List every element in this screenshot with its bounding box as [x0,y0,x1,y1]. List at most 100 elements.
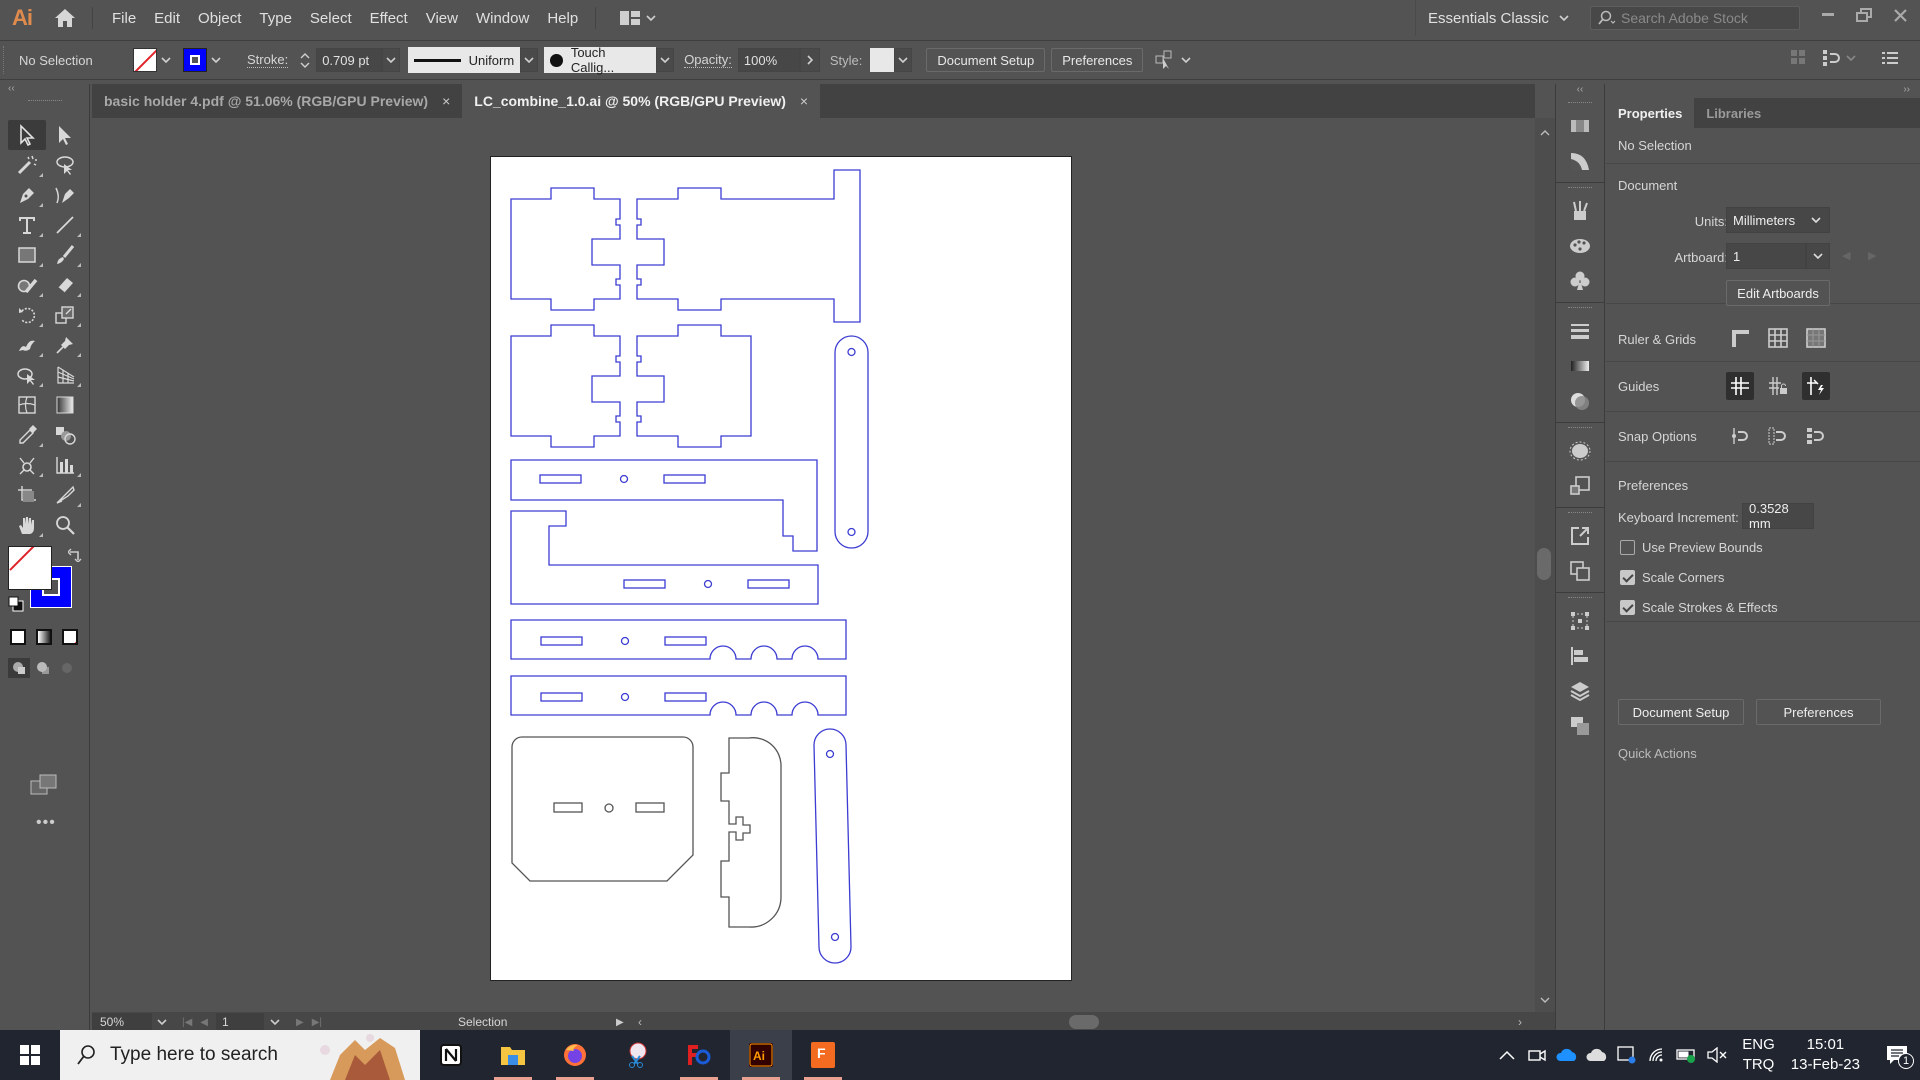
next-artboard-button[interactable]: ▶ [1868,249,1876,262]
document-setup-button[interactable]: Document Setup [926,48,1046,72]
current-tool-status[interactable]: Selection [458,1015,698,1029]
tab-libraries[interactable]: Libraries [1694,98,1773,128]
draw-inside-button[interactable] [56,658,78,678]
transform-panel-button[interactable] [1556,603,1604,638]
snap-to-pixel-button[interactable] [1764,422,1792,450]
zoom-level-field[interactable]: 50% [92,1013,152,1031]
artboards-panel-button[interactable] [1556,553,1604,588]
taskbar-file-explorer[interactable] [482,1030,544,1080]
opacity-field[interactable]: 100% [737,48,800,72]
tab-basic-holder[interactable]: basic holder 4.pdf @ 51.06% (RGB/GPU Pre… [92,84,463,118]
status-menu-arrow[interactable]: ▶ [616,1017,624,1028]
appearance-panel-button[interactable] [1556,433,1604,468]
zoom-dropdown[interactable] [152,1019,172,1025]
fill-swatch[interactable] [133,48,157,72]
tab-properties[interactable]: Properties [1606,98,1695,128]
column-graph-tool[interactable] [46,450,84,480]
shaper-tool[interactable] [8,270,46,300]
pin-tool[interactable] [46,330,84,360]
tray-camera[interactable] [1522,1047,1552,1063]
artboard-tool[interactable] [8,480,46,510]
vertical-scroll-thumb[interactable] [1537,548,1551,580]
brushes-panel-button[interactable] [1556,193,1604,228]
adobe-stock-search[interactable]: Search Adobe Stock [1590,6,1800,30]
profile-dropdown[interactable] [520,48,539,72]
layers-panel-button[interactable] [1556,673,1604,708]
rotate-tool[interactable] [8,300,46,330]
arrange-documents-button[interactable] [620,11,656,25]
eyedropper-tool[interactable] [8,420,46,450]
rectangle-tool[interactable] [8,240,46,270]
stroke-panel-button[interactable] [1556,313,1604,348]
menu-type[interactable]: Type [250,10,301,27]
edit-artboards-button[interactable]: Edit Artboards [1726,280,1830,306]
gradient-mode-button[interactable] [36,629,52,645]
part-rounded-side[interactable] [720,737,782,928]
variable-width-profile[interactable]: Uniform [408,47,521,73]
export-panel-button[interactable] [1556,518,1604,553]
scroll-right-arrow[interactable]: › [1518,1015,1522,1029]
show-hidden-icons-button[interactable] [1492,1050,1522,1060]
artboard[interactable] [490,156,1072,981]
vertical-scrollbar[interactable] [1535,118,1555,1012]
stroke-weight-dropdown[interactable] [382,48,401,72]
show-guides-button[interactable] [1726,372,1754,400]
show-rulers-button[interactable] [1726,324,1754,352]
gradient-panel-button[interactable] [1556,348,1604,383]
transparency-panel-button[interactable] [1556,383,1604,418]
show-grid-button[interactable] [1764,324,1792,352]
edit-toolbar-button[interactable]: ••• [36,814,56,832]
stroke-weight-stepper[interactable] [298,52,312,68]
style-dropdown[interactable] [894,48,913,72]
snap-dropdown[interactable] [1822,49,1856,67]
artboard-number-dropdown[interactable] [264,1019,286,1025]
horizontal-scroll-thumb[interactable] [1069,1015,1099,1029]
brush-dropdown[interactable] [656,48,675,72]
opacity-label[interactable]: Opacity: [684,52,732,68]
symbols-panel-button[interactable] [1556,263,1604,298]
snap-to-glyph-button[interactable] [1802,422,1830,450]
select-similar-button[interactable] [1155,50,1191,70]
tray-volume[interactable] [1702,1047,1732,1063]
pathfinder-panel-button[interactable] [1556,708,1604,743]
tab-lc-combine[interactable]: LC_combine_1.0.ai @ 50% (RGB/GPU Preview… [462,84,821,118]
collapse-panel-button[interactable]: ›› [1903,84,1910,95]
brush-definition[interactable]: Touch Callig... [544,45,657,75]
lasso-tool[interactable] [46,150,84,180]
taskbar-search[interactable]: Type here to search [60,1030,420,1080]
control-bar-grip[interactable] [3,46,9,74]
restore-button[interactable] [1846,0,1882,30]
stroke-swatch[interactable] [183,48,207,72]
artboard-nav-next[interactable]: ▶ ▶| [296,1017,322,1028]
tools-panel-grip[interactable] [27,100,62,108]
use-preview-bounds-checkbox[interactable] [1620,540,1635,555]
direct-selection-tool[interactable] [46,120,84,150]
tray-onedrive-personal[interactable] [1582,1048,1612,1062]
symbol-sprayer-tool[interactable] [8,450,46,480]
quick-document-setup-button[interactable]: Document Setup [1618,699,1744,725]
collapse-dock-button[interactable]: ‹‹ [1556,84,1604,98]
previous-artboard-button[interactable]: ◀ [1842,249,1850,262]
part-scalloped-bar-1[interactable] [510,619,847,660]
none-mode-button[interactable] [62,629,78,645]
menu-select[interactable]: Select [301,10,361,27]
part-link-arm-1[interactable] [834,335,869,549]
scroll-up-arrow[interactable] [1540,124,1550,139]
close-tab-icon[interactable]: × [800,93,808,109]
stroke-color-dropdown[interactable] [207,48,225,72]
curvature-tool[interactable] [46,180,84,210]
puppet-warp-tool[interactable] [8,330,46,360]
preferences-button[interactable]: Preferences [1051,48,1144,72]
gradient-tool[interactable] [46,390,84,420]
align-button[interactable] [1790,49,1806,68]
fill-color-box[interactable] [8,546,52,590]
taskbar-illustrator[interactable]: Ai [730,1030,792,1080]
clock[interactable]: 15:01 13-Feb-23 [1791,1035,1860,1075]
mesh-tool[interactable] [8,390,46,420]
tray-wifi[interactable] [1642,1047,1672,1063]
close-tab-icon[interactable]: × [442,93,450,109]
workspace-switcher[interactable]: Essentials Classic [1415,0,1569,36]
color-panel-button[interactable] [1556,143,1604,178]
pen-tool[interactable] [8,180,46,210]
menu-edit[interactable]: Edit [145,10,189,27]
